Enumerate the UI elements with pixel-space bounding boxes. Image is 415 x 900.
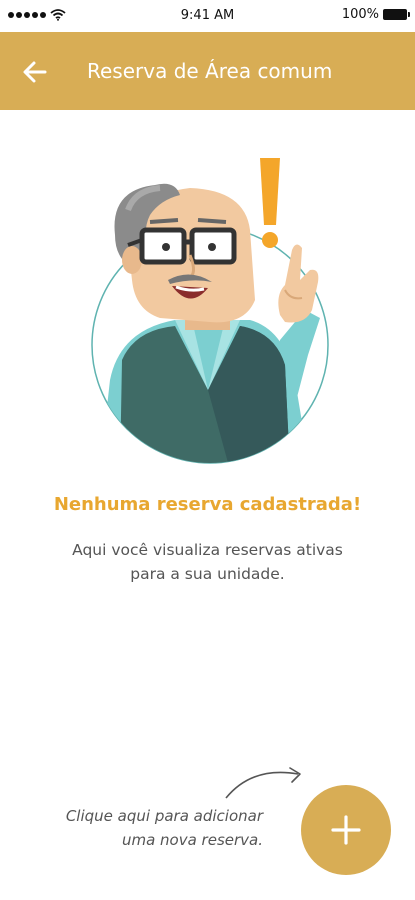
curved-arrow-icon — [225, 767, 301, 799]
empty-state-description-line1: Aqui você visualiza reservas ativas — [72, 541, 343, 559]
old-man-pointing-illustration — [80, 150, 340, 470]
status-bar: 9:41 AM 100% — [0, 0, 415, 32]
battery-icon — [383, 9, 410, 20]
add-reservation-hint: Clique aqui para adicionar uma nova rese… — [66, 804, 263, 852]
plus-icon — [331, 815, 361, 845]
back-button[interactable] — [18, 55, 52, 89]
hint-line1: Clique aqui para adicionar — [65, 807, 263, 825]
empty-state-title: Nenhuma reserva cadastrada! — [53, 494, 362, 515]
empty-state-description: Aqui você visualiza reservas ativas para… — [0, 538, 415, 586]
battery-percent: 100% — [341, 7, 379, 22]
page-title: Reserva de Área comum — [87, 59, 333, 83]
empty-state-description-line2: para a sua unidade. — [130, 565, 285, 583]
app-bar: Reserva de Área comum — [0, 32, 415, 110]
battery-indicator: 100% — [341, 7, 410, 22]
add-reservation-button[interactable] — [301, 785, 391, 875]
arrow-left-icon — [23, 61, 47, 83]
hint-line2: uma nova reserva. — [121, 831, 263, 849]
